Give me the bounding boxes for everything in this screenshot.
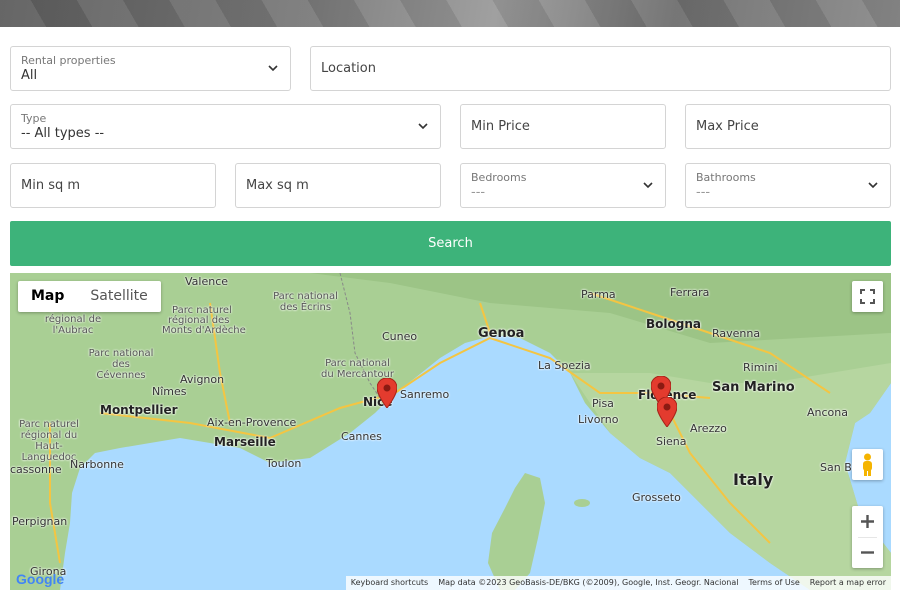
map-terrain bbox=[10, 273, 891, 590]
map-type-map-button[interactable]: Map bbox=[18, 281, 77, 312]
place-ancona: Ancona bbox=[807, 406, 848, 419]
map-type-control: Map Satellite bbox=[18, 281, 161, 312]
bathrooms-label: Bathrooms bbox=[696, 171, 756, 184]
place-cannes: Cannes bbox=[341, 430, 382, 443]
keyboard-shortcuts-link[interactable]: Keyboard shortcuts bbox=[346, 576, 433, 590]
place-avignon: Avignon bbox=[180, 373, 225, 386]
min-price-input[interactable]: Min Price bbox=[460, 104, 666, 149]
map-view[interactable]: Parc naturel régional des Monts d'Ardèch… bbox=[10, 273, 891, 590]
pegman-icon bbox=[863, 453, 872, 476]
place-perpignan: Perpignan bbox=[12, 515, 68, 528]
place-sanremo: Sanremo bbox=[400, 388, 450, 401]
bedrooms-label: Bedrooms bbox=[471, 171, 527, 184]
type-label: Type bbox=[21, 112, 47, 125]
type-select[interactable]: Type -- All types -- bbox=[10, 104, 441, 149]
max-sqm-input[interactable]: Max sq m bbox=[235, 163, 441, 208]
bathrooms-select[interactable]: Bathrooms --- bbox=[685, 163, 891, 208]
place-ferrara: Ferrara bbox=[670, 286, 710, 299]
google-logo: Google bbox=[16, 571, 65, 587]
place-san-marino: San Marino bbox=[712, 380, 795, 395]
place-parc-naturel-top3: Monts d'Ardèche bbox=[162, 325, 246, 336]
place-cevennes: Parc national des Cévennes bbox=[88, 348, 154, 381]
place-mercantour: Parc national du Mercantour bbox=[321, 358, 394, 380]
chevron-down-icon bbox=[418, 123, 428, 130]
place-cuneo: Cuneo bbox=[382, 330, 418, 343]
place-italy: Italy bbox=[733, 470, 774, 489]
header-banner bbox=[0, 0, 900, 27]
max-price-input[interactable]: Max Price bbox=[685, 104, 891, 149]
chevron-down-icon bbox=[643, 182, 653, 189]
property-marker-icon[interactable] bbox=[377, 378, 397, 408]
place-arezzo: Arezzo bbox=[690, 422, 727, 435]
place-bologna: Bologna bbox=[646, 317, 701, 331]
max-sqm-placeholder: Max sq m bbox=[246, 178, 309, 193]
place-valence: Valence bbox=[185, 275, 229, 288]
min-sqm-input[interactable]: Min sq m bbox=[10, 163, 216, 208]
place-ravenna: Ravenna bbox=[712, 327, 761, 340]
report-map-error-link[interactable]: Report a map error bbox=[805, 576, 891, 590]
place-parma: Parma bbox=[581, 288, 616, 301]
place-genoa: Genoa bbox=[478, 326, 525, 341]
bathrooms-value: --- bbox=[696, 185, 711, 200]
map-attribution-bar: Keyboard shortcuts Map data ©2023 GeoBas… bbox=[345, 576, 891, 590]
rental-properties-value: All bbox=[21, 68, 38, 83]
type-value: -- All types -- bbox=[21, 126, 105, 141]
place-montpellier: Montpellier bbox=[100, 403, 178, 417]
fullscreen-button[interactable] bbox=[852, 281, 883, 312]
place-grosseto: Grosseto bbox=[632, 491, 681, 504]
rental-properties-label: Rental properties bbox=[21, 54, 116, 67]
chevron-down-icon bbox=[868, 182, 878, 189]
street-view-pegman[interactable] bbox=[852, 449, 883, 480]
search-button[interactable]: Search bbox=[10, 221, 891, 266]
place-rimini: Rimini bbox=[743, 361, 778, 374]
terms-of-use-link[interactable]: Terms of Use bbox=[743, 576, 804, 590]
location-placeholder: Location bbox=[321, 61, 376, 76]
bedrooms-value: --- bbox=[471, 185, 486, 200]
place-siena: Siena bbox=[656, 435, 687, 448]
chevron-down-icon bbox=[268, 65, 278, 72]
place-marseille: Marseille bbox=[214, 435, 276, 449]
place-nimes: Nîmes bbox=[152, 385, 187, 398]
fullscreen-icon bbox=[860, 289, 875, 304]
place-toulon: Toulon bbox=[266, 457, 302, 470]
map-type-satellite-button[interactable]: Satellite bbox=[77, 281, 160, 312]
max-price-placeholder: Max Price bbox=[696, 119, 759, 134]
place-haut-languedoc: Parc naturel régional du Haut-Languedoc bbox=[19, 419, 79, 463]
property-marker-icon[interactable] bbox=[657, 397, 677, 427]
place-livorno: Livorno bbox=[578, 413, 619, 426]
place-pisa: Pisa bbox=[592, 397, 614, 410]
place-la-spezia: La Spezia bbox=[538, 359, 591, 372]
place-carcassonne: cassonne bbox=[10, 463, 62, 476]
zoom-control bbox=[852, 506, 883, 568]
zoom-in-button[interactable] bbox=[852, 506, 883, 537]
rental-properties-select[interactable]: Rental properties All bbox=[10, 46, 291, 91]
min-sqm-placeholder: Min sq m bbox=[21, 178, 81, 193]
place-narbonne: Narbonne bbox=[70, 458, 124, 471]
place-aix: Aix-en-Provence bbox=[207, 416, 297, 429]
zoom-out-button[interactable] bbox=[852, 537, 883, 568]
map-data-attribution: Map data ©2023 GeoBasis-DE/BKG (©2009), … bbox=[438, 578, 739, 587]
bedrooms-select[interactable]: Bedrooms --- bbox=[460, 163, 666, 208]
location-input[interactable]: Location bbox=[310, 46, 891, 91]
place-parc-ecrins: Parc national des Écrins bbox=[273, 291, 338, 313]
min-price-placeholder: Min Price bbox=[471, 119, 530, 134]
